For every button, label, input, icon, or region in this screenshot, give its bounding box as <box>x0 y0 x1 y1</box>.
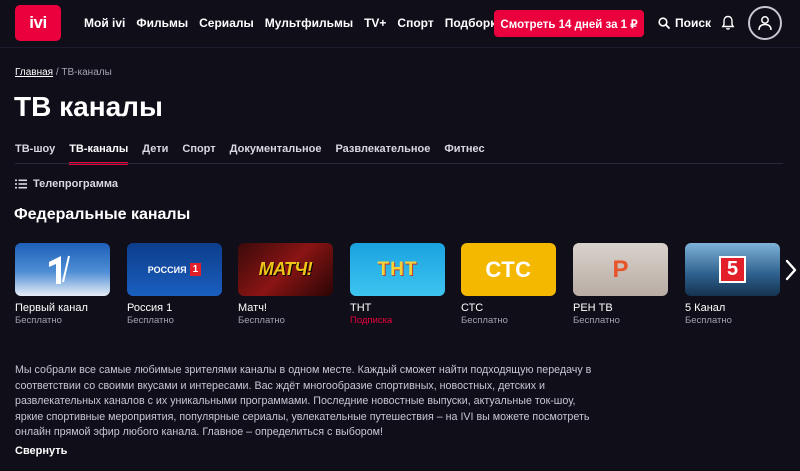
channel-card-ren-tv[interactable]: Р РЕН ТВ Бесплатно <box>573 243 668 326</box>
channel-status: Бесплатно <box>238 315 285 326</box>
breadcrumb-home-link[interactable]: Главная <box>15 67 53 78</box>
channel-name: 5 Канал <box>685 302 726 314</box>
5-kanal-logo-text: 5 <box>718 256 747 283</box>
channel-status: Подписка <box>350 315 393 326</box>
channel-name: ТНТ <box>350 302 372 314</box>
tabs-divider <box>15 163 783 164</box>
channel-status: Бесплатно <box>15 315 62 326</box>
channel-name: РЕН ТВ <box>573 302 613 314</box>
ivi-logo[interactable]: ivi <box>15 5 61 41</box>
channel-thumbnail: МАТЧ! <box>238 243 333 296</box>
nav-item-sport[interactable]: Спорт <box>397 16 433 30</box>
channel-status: Бесплатно <box>461 315 508 326</box>
channel-name: Первый канал <box>15 302 88 314</box>
list-icon <box>15 179 27 189</box>
rossiya-1-logo: РОССИЯ 1 <box>147 263 202 276</box>
channel-card-sts[interactable]: СТС СТС Бесплатно <box>461 243 556 326</box>
rossiya-logo-text: РОССИЯ <box>147 264 187 275</box>
main-nav: Мой ivi Фильмы Сериалы Мультфильмы TV+ С… <box>84 16 504 30</box>
channel-name: Матч! <box>238 302 267 314</box>
search-button[interactable]: Поиск <box>658 16 711 30</box>
tv-program-link[interactable]: Телепрограмма <box>15 178 118 190</box>
site-header: ivi Мой ivi Фильмы Сериалы Мультфильмы T… <box>0 0 800 48</box>
channel-name: СТС <box>461 302 484 314</box>
user-icon <box>758 16 772 31</box>
nav-item-tv-plus[interactable]: TV+ <box>364 16 386 30</box>
channel-card-rossiya-1[interactable]: РОССИЯ 1 Россия 1 Бесплатно <box>127 243 222 326</box>
channel-thumbnail: ТНТ <box>350 243 445 296</box>
profile-avatar-button[interactable] <box>748 6 782 40</box>
channel-status: Бесплатно <box>573 315 620 326</box>
sts-logo-text: СТС <box>485 256 532 282</box>
rossiya-logo-number: 1 <box>189 263 202 276</box>
subscribe-cta-button[interactable]: Смотреть 14 дней за 1 ₽ <box>494 10 644 37</box>
tab-entertainment[interactable]: Развлекательное <box>335 143 430 165</box>
channel-thumbnail: 5 <box>685 243 780 296</box>
channel-carousel: Первый канал Бесплатно РОССИЯ 1 Россия 1… <box>15 243 785 333</box>
perviy-kanal-logo <box>48 255 70 284</box>
carousel-next-arrow-icon[interactable] <box>784 258 798 282</box>
channel-card-perviy[interactable]: Первый канал Бесплатно <box>15 243 110 326</box>
tab-fitness[interactable]: Фитнес <box>444 143 484 165</box>
channel-thumbnail: РОССИЯ 1 <box>127 243 222 296</box>
bell-icon[interactable] <box>721 15 735 31</box>
nav-item-movies[interactable]: Фильмы <box>136 16 188 30</box>
match-logo-text: МАТЧ! <box>258 259 313 279</box>
channel-thumbnail: Р <box>573 243 668 296</box>
tab-sport[interactable]: Спорт <box>182 143 215 165</box>
nav-item-my-ivi[interactable]: Мой ivi <box>84 16 125 30</box>
channel-status: Бесплатно <box>685 315 732 326</box>
search-label: Поиск <box>675 16 712 30</box>
tab-tv-shows[interactable]: ТВ-шоу <box>15 143 55 165</box>
ren-tv-logo-text: Р <box>612 255 629 283</box>
channel-name: Россия 1 <box>127 302 173 314</box>
channel-card-match[interactable]: МАТЧ! Матч! Бесплатно <box>238 243 333 326</box>
channel-thumbnail: СТС <box>461 243 556 296</box>
breadcrumb-current: ТВ-каналы <box>61 67 112 78</box>
tv-program-label: Телепрограмма <box>33 178 118 190</box>
channel-status: Бесплатно <box>127 315 174 326</box>
tab-kids[interactable]: Дети <box>142 143 168 165</box>
tab-documentary[interactable]: Документальное <box>230 143 322 165</box>
category-tabs: ТВ-шоу ТВ-каналы Дети Спорт Документальн… <box>15 143 485 165</box>
section-title-federal: Федеральные каналы <box>14 206 191 223</box>
page-title: ТВ каналы <box>14 91 163 122</box>
nav-item-series[interactable]: Сериалы <box>199 16 254 30</box>
breadcrumb: Главная / ТВ-каналы <box>15 67 112 78</box>
seo-description: Мы собрали все самые любимые зрителями к… <box>15 364 592 439</box>
channel-card-tnt[interactable]: ТНТ ТНТ Подписка <box>350 243 445 326</box>
channel-card-5-kanal[interactable]: 5 5 Канал Бесплатно <box>685 243 780 326</box>
nav-item-cartoons[interactable]: Мультфильмы <box>265 16 353 30</box>
tab-tv-channels[interactable]: ТВ-каналы <box>69 143 129 165</box>
tnt-logo-text: ТНТ <box>377 258 418 280</box>
search-icon <box>658 17 670 29</box>
channel-thumbnail <box>15 243 110 296</box>
collapse-description-button[interactable]: Свернуть <box>15 445 67 457</box>
